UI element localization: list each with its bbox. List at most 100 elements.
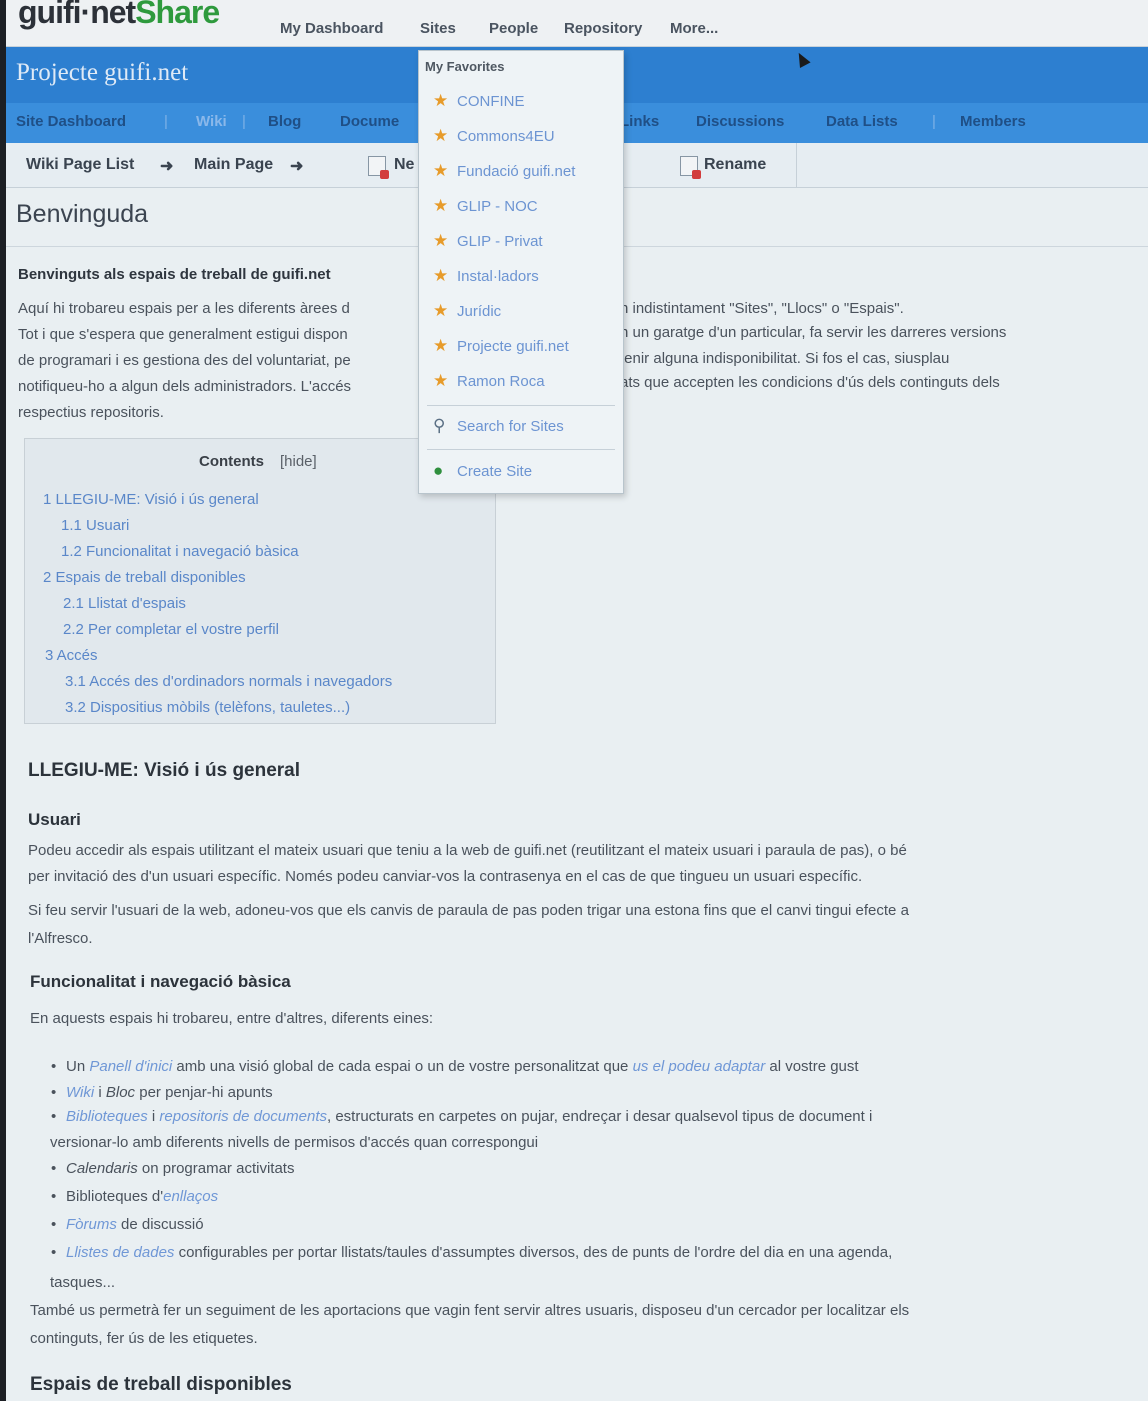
toc-hide-link[interactable]: [hide] — [280, 453, 317, 470]
paragraph-line: per invitació des d'un usuari específic.… — [28, 868, 863, 885]
list-item-continuation: versionar-lo amb diferents nivells de pe… — [50, 1134, 539, 1151]
intro-line: Aquí hi trobareu espais per a les difere… — [18, 300, 350, 317]
paragraph-line: En aquests espais hi trobareu, entre d'a… — [30, 1010, 434, 1027]
text: Biblioteques d' — [66, 1188, 164, 1205]
new-page-button[interactable]: Ne — [394, 156, 414, 174]
toc-item[interactable]: 2 Espais de treball disponibles — [43, 569, 246, 586]
text: on programar activitats — [137, 1160, 295, 1177]
list-item: Calendaris on programar activitats — [51, 1160, 295, 1177]
adaptar-link[interactable]: us el podeu adaptar — [633, 1058, 766, 1075]
wiki-page-list-link[interactable]: Wiki Page List — [26, 156, 134, 174]
create-site-label: Create Site — [457, 463, 533, 480]
favorite-site-confine[interactable]: ★ CONFINE — [433, 91, 525, 111]
toc-item[interactable]: 2.2 Per completar el vostre perfil — [63, 621, 279, 638]
text: Bloc — [105, 1084, 136, 1101]
favorite-label: GLIP - NOC — [457, 198, 538, 215]
toc-item[interactable]: 3 Accés — [45, 647, 98, 664]
star-icon: ★ — [433, 126, 449, 145]
tab-site-dashboard[interactable]: Site Dashboard — [16, 113, 126, 130]
paragraph-line: continguts, fer ús de les etiquetes. — [30, 1330, 258, 1347]
nav-sites[interactable]: Sites — [420, 20, 456, 37]
subsection-heading: Funcionalitat i navegació bàsica — [30, 972, 291, 991]
sites-dropdown-menu: My Favorites ★ CONFINE ★ Commons4EU ★ Funda… — [418, 50, 624, 494]
toc-item[interactable]: 3.1 Accés des d'ordinadors normals i nav… — [65, 673, 392, 690]
intro-line: respectius repositoris. — [18, 404, 164, 421]
favorite-label: Instal·ladors — [457, 268, 539, 285]
main-page-link[interactable]: Main Page — [194, 156, 273, 174]
tab-wiki[interactable]: Wiki — [196, 113, 227, 130]
logo[interactable]: guifi·netShare — [18, 0, 220, 31]
panell-inici-link[interactable]: Panell d'inici — [89, 1058, 172, 1075]
intro-line: ats que accepten les condicions d'ús del… — [620, 374, 1000, 391]
logo-part-share: Share — [135, 0, 220, 30]
favorite-site-ramon-roca[interactable]: ★ Ramon Roca — [433, 371, 545, 391]
toc-item[interactable]: 2.1 Llistat d'espais — [63, 595, 186, 612]
screen-edge — [0, 0, 6, 1401]
favorite-label: Commons4EU — [457, 128, 555, 145]
star-icon: ★ — [433, 161, 449, 180]
tab-documents[interactable]: Docume — [340, 113, 399, 130]
favorite-site-installadors[interactable]: ★ Instal·ladors — [433, 266, 539, 286]
toc-item[interactable]: 1.2 Funcionalitat i navegació bàsica — [61, 543, 299, 560]
new-page-icon — [368, 156, 389, 179]
search-icon: ⚲ — [433, 416, 446, 435]
favorite-site-fundacio[interactable]: ★ Fundació guifi.net — [433, 161, 575, 181]
forums-link[interactable]: Fòrums — [66, 1216, 117, 1233]
star-icon: ★ — [433, 231, 449, 250]
favorite-site-glip-privat[interactable]: ★ GLIP - Privat — [433, 231, 543, 251]
intro-line: n un garatge d'un particular, fa servir … — [620, 324, 1007, 341]
page-title: Benvinguda — [16, 200, 149, 228]
paragraph-line: Si feu servir l'usuari de la web, adoneu… — [28, 902, 909, 919]
favorite-site-juridic[interactable]: ★ Jurídic — [433, 301, 501, 321]
star-icon: ★ — [433, 371, 449, 390]
menu-divider — [427, 449, 615, 450]
tab-members[interactable]: Members — [960, 113, 1026, 130]
search-for-sites-item[interactable]: ⚲ Search for Sites — [433, 416, 564, 436]
star-icon: ★ — [433, 266, 449, 285]
tab-discussions[interactable]: Discussions — [696, 113, 784, 130]
favorite-label: Projecte guifi.net — [457, 338, 569, 355]
star-icon: ★ — [433, 336, 449, 355]
rename-icon — [680, 156, 701, 179]
rename-button[interactable]: Rename — [704, 156, 766, 174]
toc-item[interactable]: 3.2 Dispositius mòbils (telèfons, taulet… — [65, 699, 350, 716]
star-icon: ★ — [433, 301, 449, 320]
favorite-site-projecte[interactable]: ★ Projecte guifi.net — [433, 336, 569, 356]
list-item-continuation: tasques... — [50, 1274, 116, 1291]
tab-separator: | — [164, 113, 168, 130]
search-sites-label: Search for Sites — [457, 418, 564, 435]
favorite-site-glip-noc[interactable]: ★ GLIP - NOC — [433, 196, 538, 216]
create-site-item[interactable]: ● Create Site — [433, 461, 532, 481]
text: per penjar-hi apunts — [135, 1084, 273, 1101]
text: i — [147, 1108, 160, 1125]
tab-data-lists[interactable]: Data Lists — [826, 113, 898, 130]
paragraph-line: l'Alfresco. — [28, 930, 93, 947]
tab-links[interactable]: Links — [620, 113, 659, 130]
nav-people[interactable]: People — [489, 20, 538, 37]
list-item: Wiki i Bloc per penjar-hi apunts — [51, 1084, 273, 1101]
list-item: Fòrums de discussió — [51, 1216, 204, 1233]
site-title[interactable]: Projecte guifi.net — [16, 59, 188, 87]
toc-item[interactable]: 1 LLEGIU-ME: Visió i ús general — [43, 491, 259, 508]
tab-blog[interactable]: Blog — [268, 113, 301, 130]
toc-item[interactable]: 1.1 Usuari — [61, 517, 129, 534]
llistes-dades-link[interactable]: Llistes de dades — [66, 1244, 174, 1261]
enllacos-link[interactable]: enllaços — [163, 1188, 218, 1205]
biblioteques-link[interactable]: Biblioteques — [66, 1108, 148, 1125]
text: Calendaris — [66, 1160, 138, 1177]
menu-divider — [427, 405, 615, 406]
favorite-site-commons4eu[interactable]: ★ Commons4EU — [433, 126, 555, 146]
list-item: Biblioteques i repositoris de documents,… — [51, 1108, 872, 1125]
nav-repository[interactable]: Repository — [564, 20, 642, 37]
nav-my-dashboard[interactable]: My Dashboard — [280, 20, 383, 37]
subsection-heading: Usuari — [28, 810, 81, 829]
tab-separator: | — [932, 113, 936, 130]
intro-line: n indistintament "Sites", "Llocs" o "Esp… — [620, 300, 904, 317]
wiki-link[interactable]: Wiki — [66, 1084, 94, 1101]
nav-more[interactable]: More... — [670, 20, 718, 37]
toc-title: Contents — [199, 453, 264, 470]
repositoris-link[interactable]: repositoris de documents — [159, 1108, 327, 1125]
logo-part-guifi: guifi·net — [18, 0, 136, 30]
list-item: Biblioteques d'enllaços — [51, 1188, 218, 1205]
paragraph-line: Podeu accedir als espais utilitzant el m… — [28, 842, 907, 859]
